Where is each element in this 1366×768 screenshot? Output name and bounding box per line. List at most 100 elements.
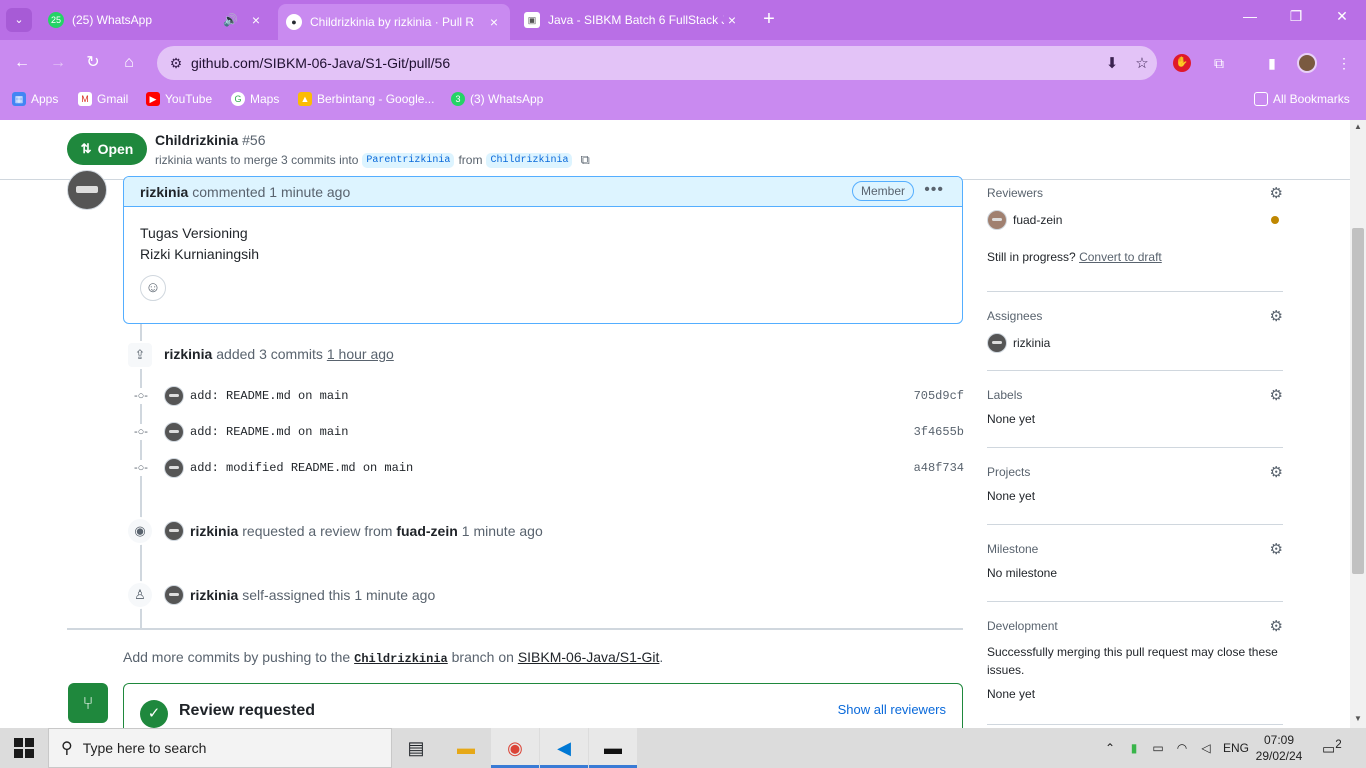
back-icon[interactable]: ← <box>11 52 33 74</box>
tray-overflow-icon[interactable]: ⌃ <box>1100 728 1120 768</box>
convert-to-draft-link[interactable]: Convert to draft <box>1079 250 1162 264</box>
notification-center-icon[interactable]: ▭2 <box>1322 738 1346 758</box>
show-all-reviewers-link[interactable]: Show all reviewers <box>838 702 946 717</box>
commit-sha-link[interactable]: 3f4655b <box>914 425 964 439</box>
bookmark-berbintang[interactable]: ▲ Berbintang - Google... <box>298 92 434 106</box>
add-reaction-icon[interactable]: ☺ <box>140 275 166 301</box>
bookmark-youtube[interactable]: ▶ YouTube <box>146 92 212 106</box>
event-author-avatar[interactable] <box>164 521 184 541</box>
assignee-name-link[interactable]: rizkinia <box>1013 336 1050 350</box>
event-time-link[interactable]: 1 hour ago <box>327 346 394 362</box>
commit-sha-link[interactable]: a48f734 <box>914 461 964 475</box>
comment-time[interactable]: 1 minute ago <box>269 184 350 200</box>
sidebar-projects: Projects ⚙ None yet <box>987 463 1283 525</box>
bookmark-gmail[interactable]: M Gmail <box>78 92 128 106</box>
install-app-icon[interactable]: ⬇ <box>1097 54 1127 72</box>
profile-avatar[interactable] <box>1297 53 1317 73</box>
wifi-icon[interactable]: ◠ <box>1172 728 1192 768</box>
terminal-icon[interactable]: ▬ <box>589 728 637 768</box>
close-tab-icon[interactable]: × <box>486 14 502 30</box>
tab-search-icon[interactable]: ⌄ <box>6 8 32 32</box>
taskbar-search-box[interactable]: ⚲ Type here to search <box>48 728 392 768</box>
extension-red-icon[interactable]: ✋ <box>1173 54 1191 72</box>
gear-icon[interactable]: ⚙ <box>1270 386 1283 404</box>
all-bookmarks[interactable]: All Bookmarks <box>1254 92 1350 106</box>
assignee-avatar[interactable] <box>987 333 1007 353</box>
gear-icon[interactable]: ⚙ <box>1270 307 1283 325</box>
comment-author-link[interactable]: rizkinia <box>140 184 188 200</box>
restore-icon[interactable]: ❐ <box>1282 8 1310 25</box>
repo-link[interactable]: SIBKM-06-Java/S1-Git <box>518 649 660 665</box>
event-time-link[interactable]: 1 minute ago <box>354 587 435 603</box>
commit-message-link[interactable]: add: README.md on main <box>190 425 348 439</box>
tab-github-pr[interactable]: ● Childrizkinia by rizkinia · Pull R × <box>278 4 510 40</box>
home-icon[interactable]: ⌂ <box>118 52 140 74</box>
close-tab-icon[interactable]: × <box>724 12 740 28</box>
file-explorer-icon[interactable]: ▬ <box>442 728 490 768</box>
address-bar[interactable]: ⚙ github.com/SIBKM-06-Java/S1-Git/pull/5… <box>157 46 1157 80</box>
gear-icon[interactable]: ⚙ <box>1270 463 1283 481</box>
comment-options-icon[interactable]: ••• <box>924 181 944 199</box>
scroll-up-icon[interactable]: ▲ <box>1350 122 1366 131</box>
event-author-link[interactable]: rizkinia <box>190 587 238 603</box>
commit-author-avatar[interactable] <box>164 458 184 478</box>
page-scrollbar[interactable]: ▲ ▼ <box>1350 120 1366 728</box>
close-window-icon[interactable]: ✕ <box>1328 8 1356 25</box>
reviewer-name-link[interactable]: fuad-zein <box>1013 213 1062 227</box>
bookmarks-bar: ▦ Apps M Gmail ▶ YouTube G Maps ▲ Berbin… <box>0 88 1366 112</box>
event-author-avatar[interactable] <box>164 585 184 605</box>
sidebar-heading-text: Milestone <box>987 542 1039 556</box>
event-author-link[interactable]: rizkinia <box>164 346 212 362</box>
scroll-down-icon[interactable]: ▼ <box>1350 714 1366 723</box>
bookmark-apps[interactable]: ▦ Apps <box>12 92 58 106</box>
pr-title[interactable]: Childrizkinia #56 <box>155 132 265 148</box>
tab-whatsapp[interactable]: 25 (25) WhatsApp 🔊 × <box>40 6 272 34</box>
extensions-puzzle-icon[interactable]: ⧉ <box>1208 52 1230 74</box>
event-time-link[interactable]: 1 minute ago <box>462 523 543 539</box>
taskbar-clock[interactable]: 07:09 29/02/24 <box>1252 732 1306 764</box>
gear-icon[interactable]: ⚙ <box>1270 184 1283 202</box>
event-author-link[interactable]: rizkinia <box>190 523 238 539</box>
side-panel-icon[interactable]: ▮ <box>1261 52 1283 74</box>
vscode-icon[interactable]: ◀ <box>540 728 588 768</box>
menu-kebab-icon[interactable]: ⋮ <box>1333 52 1355 74</box>
tray-app-icon[interactable]: ▮ <box>1124 728 1144 768</box>
reviewer-avatar[interactable] <box>987 210 1007 230</box>
chrome-icon[interactable]: ◉ <box>491 728 539 768</box>
reviewer-link[interactable]: fuad-zein <box>396 523 457 539</box>
pr-author-link[interactable]: rizkinia <box>155 153 192 167</box>
sidebar-heading-text: Projects <box>987 465 1031 479</box>
bookmark-maps[interactable]: G Maps <box>231 92 279 106</box>
gear-icon[interactable]: ⚙ <box>1270 540 1283 558</box>
gear-icon[interactable]: ⚙ <box>1270 617 1283 635</box>
task-view-icon[interactable]: ▤ <box>392 728 440 768</box>
speaker-icon[interactable]: 🔊 <box>223 13 238 27</box>
forward-icon[interactable]: → <box>47 52 69 74</box>
sidebar-heading-text: Assignees <box>987 309 1043 323</box>
head-branch-link[interactable]: Childrizkinia <box>354 652 448 666</box>
language-indicator[interactable]: ENG <box>1220 728 1252 768</box>
copy-icon[interactable]: ⧉ <box>580 152 589 168</box>
scrollbar-thumb[interactable] <box>1352 228 1364 574</box>
commit-author-avatar[interactable] <box>164 386 184 406</box>
volume-icon[interactable]: ◁ <box>1196 728 1216 768</box>
battery-icon[interactable]: ▭ <box>1148 728 1168 768</box>
reload-icon[interactable]: ↻ <box>82 52 104 74</box>
close-tab-icon[interactable]: × <box>248 12 264 28</box>
base-branch-label[interactable]: Parentrizkinia <box>362 152 455 168</box>
commit-message-link[interactable]: add: README.md on main <box>190 389 348 403</box>
bookmark-star-icon[interactable]: ☆ <box>1127 54 1157 72</box>
bookmark-whatsapp[interactable]: 3 (3) WhatsApp <box>451 92 543 106</box>
new-tab-icon[interactable]: + <box>758 8 780 32</box>
url-text[interactable]: github.com/SIBKM-06-Java/S1-Git/pull/56 <box>191 55 1097 71</box>
minimize-icon[interactable]: — <box>1236 8 1264 24</box>
windows-start-icon[interactable] <box>14 738 34 758</box>
search-icon: ⚲ <box>61 740 73 757</box>
tab-java-classroom[interactable]: ▣ Java - SIBKM Batch 6 FullStack J × <box>516 6 748 34</box>
commit-author-avatar[interactable] <box>164 422 184 442</box>
commit-message-link[interactable]: add: modified README.md on main <box>190 461 413 475</box>
comment-author-avatar[interactable] <box>67 170 107 210</box>
commit-sha-link[interactable]: 705d9cf <box>914 389 964 403</box>
head-branch-label[interactable]: Childrizkinia <box>486 152 573 168</box>
site-info-icon[interactable]: ⚙ <box>161 55 191 72</box>
